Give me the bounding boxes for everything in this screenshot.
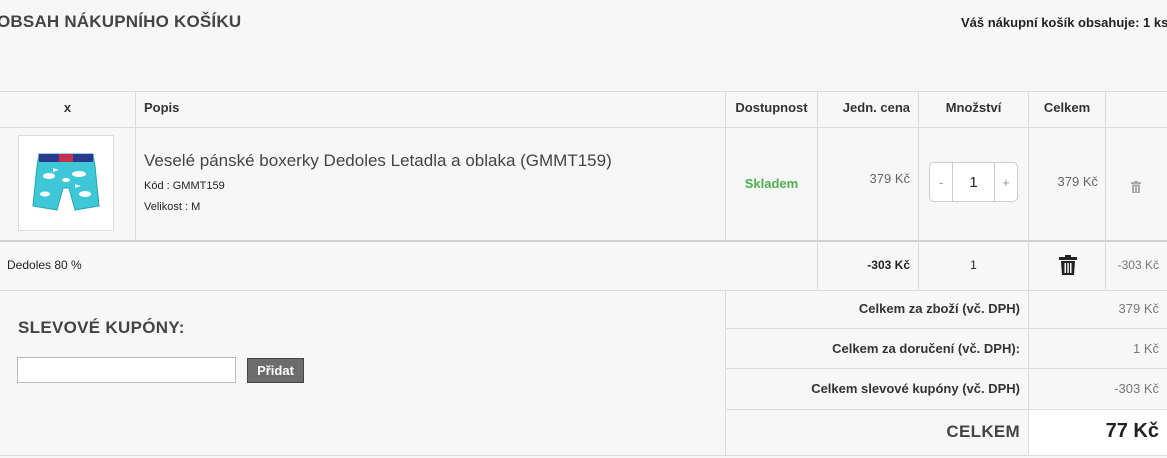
- grand-total-value: 77 Kč: [1105, 420, 1159, 442]
- product-size: Velikost : M: [144, 201, 201, 213]
- quantity-increase-button[interactable]: +: [995, 175, 1017, 190]
- header-quantity: Množství: [945, 100, 1002, 115]
- coupon-code-input[interactable]: [17, 357, 236, 383]
- header-row-border: [0, 127, 1167, 128]
- col-divider: [135, 91, 136, 241]
- delivery-total-label: Celkem za doručení (vč. DPH):: [832, 341, 1020, 356]
- cart-item-count: Váš nákupní košík obsahuje: 1 ks: [961, 15, 1167, 30]
- trash-icon[interactable]: [1131, 180, 1141, 193]
- discount-unit-price: -303 Kč: [867, 258, 910, 272]
- discount-name: Dedoles 80 %: [7, 258, 82, 272]
- coupons-total-value: -303 Kč: [1114, 381, 1159, 396]
- table-bottom-border: [0, 455, 1167, 456]
- goods-total-label: Celkem za zboží (vč. DPH): [858, 301, 1020, 316]
- goods-total-value: 379 Kč: [1118, 301, 1159, 316]
- quantity-decrease-button[interactable]: -: [930, 175, 952, 190]
- quantity-stepper[interactable]: - 1 +: [929, 162, 1018, 202]
- table-top-border: [0, 91, 1167, 92]
- coupons-total-label: Celkem slevové kupóny (vč. DPH): [811, 381, 1020, 396]
- availability-status: Skladem: [744, 176, 799, 191]
- add-coupon-button[interactable]: Přidat: [247, 358, 304, 383]
- header-x: x: [63, 100, 72, 115]
- quantity-input[interactable]: 1: [952, 163, 995, 201]
- header-description: Popis: [144, 100, 180, 115]
- col-divider: [1028, 91, 1029, 455]
- delivery-total-value: 1 Kč: [1132, 341, 1159, 356]
- summary-divider-1: [726, 328, 1167, 329]
- unit-price: 379 Kč: [869, 171, 910, 186]
- item-total: 379 Kč: [1057, 174, 1098, 189]
- header-total: Celkem: [1043, 100, 1091, 115]
- trash-icon[interactable]: [1059, 255, 1077, 275]
- coupon-title: SLEVOVÉ KUPÓNY:: [18, 318, 185, 337]
- grand-total-label: CELKEM: [946, 422, 1020, 441]
- item-row-border: [0, 240, 1167, 242]
- page-title: OBSAH NÁKUPNÍHO KOŠÍKU: [0, 12, 242, 31]
- header-unit-price: Jedn. cena: [842, 100, 910, 115]
- summary-divider-2: [726, 368, 1167, 369]
- header-availability: Dostupnost: [735, 100, 808, 115]
- discount-row-border: [0, 290, 1167, 291]
- discount-quantity: 1: [970, 258, 977, 272]
- boxer-shorts-image: [32, 153, 100, 211]
- discount-total: -303 Kč: [1117, 258, 1159, 272]
- product-image[interactable]: [18, 135, 114, 231]
- product-name-link[interactable]: Veselé pánské boxerky Dedoles Letadla a …: [144, 151, 612, 171]
- product-code: Kód : GMMT159: [144, 180, 225, 192]
